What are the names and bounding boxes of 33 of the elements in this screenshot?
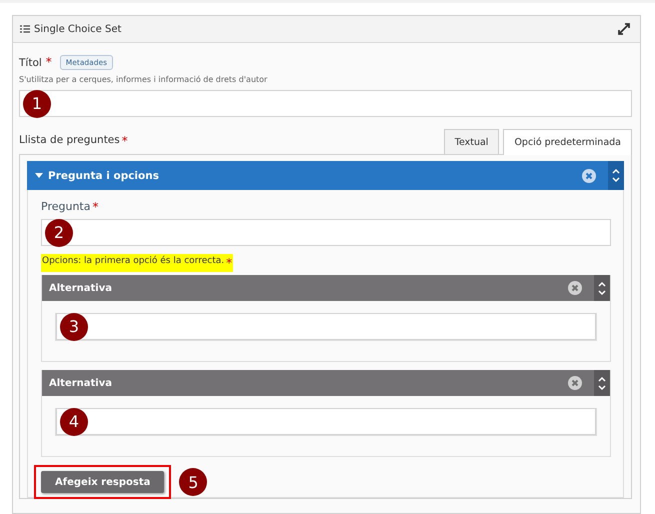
move-down-icon[interactable] (598, 384, 606, 390)
tab[interactable]: Textual (444, 129, 500, 154)
move-up-icon[interactable] (598, 376, 606, 382)
required-asterisk: * (92, 200, 98, 214)
required-asterisk: * (122, 134, 128, 148)
required-asterisk: * (46, 55, 52, 69)
panel-title: Single Choice Set (34, 24, 122, 34)
field-description: S'utilitza per a cerques, informes i informació de drets d'autor (19, 75, 268, 84)
field-label: Títol (19, 56, 42, 68)
input-field[interactable] (41, 219, 611, 246)
close-icon[interactable] (568, 376, 582, 390)
alternative-title: Alternativa (49, 378, 114, 388)
tab[interactable]: Opció predeterminada (503, 129, 632, 155)
alternative-title: Alternativa (49, 282, 114, 294)
list-icon[interactable] (20, 25, 30, 33)
field-label: Pregunta (41, 200, 90, 214)
input-field[interactable] (56, 408, 596, 435)
add-answer-button[interactable]: Afegeix resposta (41, 471, 164, 493)
field-label: Opcions: la primera opció és la correcta. (42, 256, 224, 268)
group-title: Pregunta i opcions (48, 170, 159, 182)
move-up-icon[interactable] (598, 280, 606, 286)
step-marker: 5 (179, 468, 208, 496)
caret-icon[interactable] (35, 173, 43, 178)
move-up-icon[interactable] (612, 168, 620, 174)
input-field[interactable] (19, 90, 632, 117)
close-icon[interactable] (582, 168, 596, 182)
move-down-icon[interactable] (612, 177, 620, 183)
field-label: Llista de preguntes (19, 134, 120, 148)
expand-icon[interactable] (618, 23, 630, 35)
move-down-icon[interactable] (598, 290, 606, 296)
input-field[interactable] (56, 313, 596, 340)
required-asterisk: * (226, 256, 232, 270)
close-icon[interactable] (568, 281, 582, 295)
